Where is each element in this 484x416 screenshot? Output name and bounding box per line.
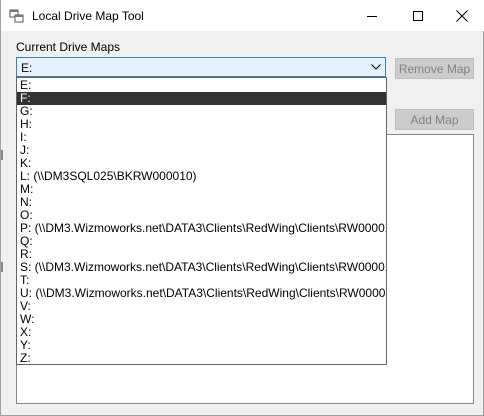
dropdown-item[interactable]: V: xyxy=(17,300,386,313)
dropdown-item[interactable]: F: xyxy=(17,92,386,105)
dropdown-item[interactable]: J: xyxy=(17,144,386,157)
dropdown-item[interactable]: T: xyxy=(17,274,386,287)
dropdown-item[interactable]: Z: xyxy=(17,352,386,364)
app-icon xyxy=(9,8,25,24)
dropdown-item[interactable]: H: xyxy=(17,118,386,131)
title-bar[interactable]: Local Drive Map Tool xyxy=(1,0,484,31)
dropdown-item[interactable]: G: xyxy=(17,105,386,118)
remove-map-button[interactable]: Remove Map xyxy=(395,58,474,79)
current-drive-maps-label: Current Drive Maps xyxy=(16,40,121,54)
window-edge-mark xyxy=(1,262,3,272)
dropdown-item[interactable]: U: (\\DM3.Wizmoworks.net\DATA3\Clients\R… xyxy=(17,287,386,300)
drive-dropdown-list[interactable]: E: F: G: H: I: J: K: L: (\\DM3SQL025\BKRW000010… xyxy=(16,77,387,365)
dropdown-item[interactable]: X: xyxy=(17,326,386,339)
chevron-down-icon[interactable] xyxy=(367,58,385,76)
dropdown-item[interactable]: Y: xyxy=(17,339,386,352)
drive-select-value: E: xyxy=(21,61,33,75)
dropdown-item[interactable]: O: xyxy=(17,209,386,222)
maximize-icon xyxy=(413,10,423,21)
dropdown-item[interactable]: L: (\\DM3SQL025\BKRW000010) xyxy=(17,170,386,183)
dropdown-item[interactable]: P: (\\DM3.Wizmoworks.net\DATA3\Clients\R… xyxy=(17,222,386,235)
dropdown-item[interactable]: S: (\\DM3.Wizmoworks.net\DATA3\Clients\R… xyxy=(17,261,386,274)
dropdown-item[interactable]: W: xyxy=(17,313,386,326)
minimize-icon xyxy=(367,11,377,21)
window-title: Local Drive Map Tool xyxy=(32,9,144,23)
minimize-button[interactable] xyxy=(349,0,395,31)
drive-select[interactable]: E: xyxy=(16,57,386,77)
app-window: Local Drive Map Tool Current Drive Maps … xyxy=(0,0,484,416)
dropdown-item[interactable]: N: xyxy=(17,196,386,209)
close-icon xyxy=(456,9,468,22)
dropdown-item[interactable]: R: xyxy=(17,248,386,261)
maximize-button[interactable] xyxy=(395,0,441,31)
dropdown-item[interactable]: Q: xyxy=(17,235,386,248)
add-map-button[interactable]: Add Map xyxy=(395,109,474,130)
dropdown-item[interactable]: I: xyxy=(17,131,386,144)
dropdown-item[interactable]: E: xyxy=(17,79,386,92)
window-edge-mark xyxy=(1,150,3,160)
dropdown-item[interactable]: M: xyxy=(17,183,386,196)
close-button[interactable] xyxy=(439,0,484,31)
dropdown-item[interactable]: K: xyxy=(17,157,386,170)
